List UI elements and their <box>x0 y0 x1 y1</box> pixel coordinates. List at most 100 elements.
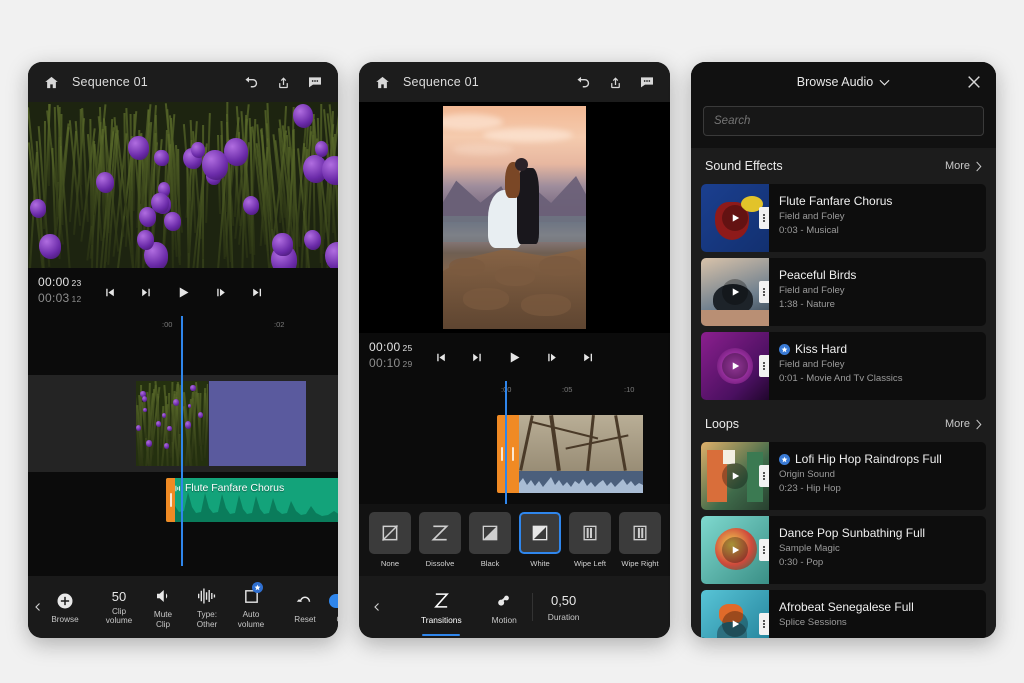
search-input[interactable] <box>703 106 984 136</box>
audio-thumbnail[interactable] <box>701 332 769 400</box>
trim-handle-left[interactable] <box>166 478 175 522</box>
transition-none[interactable]: None <box>369 512 411 568</box>
audio-list-item[interactable]: Afrobeat Senegalese FullSplice Sessions <box>701 590 986 638</box>
chevron-right-icon <box>975 161 982 172</box>
skip-to-start-icon[interactable] <box>99 282 119 302</box>
home-icon[interactable] <box>371 71 393 93</box>
undo-icon[interactable] <box>572 71 594 93</box>
comment-icon[interactable] <box>304 71 326 93</box>
trim-handle-right[interactable] <box>508 415 519 493</box>
skip-to-end-icon[interactable] <box>579 347 599 367</box>
step-forward-icon[interactable] <box>210 282 230 302</box>
audio-thumbnail[interactable] <box>701 516 769 584</box>
audio-thumbnail[interactable] <box>701 184 769 252</box>
audio-list-item[interactable]: Peaceful BirdsField and Foley1:38 - Natu… <box>701 258 986 326</box>
audio-clip-flute[interactable]: Flute Fanfare Chorus <box>166 478 338 522</box>
audio-list-item[interactable]: Lofi Hip Hop Raindrops FullOrigin Sound0… <box>701 442 986 510</box>
wipe-right-icon[interactable] <box>619 512 661 554</box>
add-to-timeline-button[interactable] <box>759 613 769 635</box>
audio-item-duration-genre: 0:23 - Hip Hop <box>779 483 978 494</box>
add-to-timeline-button[interactable] <box>759 355 769 377</box>
transition-wipe-right[interactable]: Wipe Right <box>619 512 661 568</box>
audio-list-item[interactable]: Dance Pop Sunbathing FullSample Magic0:3… <box>701 516 986 584</box>
section-more-button[interactable]: More <box>945 418 982 430</box>
playhead-right[interactable] <box>505 381 507 504</box>
play-icon[interactable] <box>173 282 193 302</box>
dissolve-icon[interactable] <box>419 512 461 554</box>
toggle-on-icon[interactable] <box>329 594 338 608</box>
add-to-timeline-button[interactable] <box>759 539 769 561</box>
transition-dissolve[interactable]: Dissolve <box>419 512 461 568</box>
type-other-button[interactable]: Type:Other <box>185 585 229 628</box>
black-icon[interactable] <box>469 512 511 554</box>
share-icon[interactable] <box>604 71 626 93</box>
add-to-timeline-button[interactable] <box>759 281 769 303</box>
on-toggle[interactable]: On <box>329 590 338 624</box>
skip-to-start-icon[interactable] <box>431 347 451 367</box>
editor-panel-left: Sequence 01 00:0023 00:0312 <box>28 62 338 638</box>
timeline-ruler-left[interactable]: :00 :02 <box>28 316 338 336</box>
duration-field[interactable]: 0,50 Duration <box>538 593 590 622</box>
section-more-button[interactable]: More <box>945 160 982 172</box>
comment-icon[interactable] <box>636 71 658 93</box>
audio-item-duration-genre: 0:03 - Musical <box>779 225 978 236</box>
audio-list-item[interactable]: Kiss HardField and Foley0:01 - Movie And… <box>701 332 986 400</box>
transition-white[interactable]: White <box>519 512 561 568</box>
auto-volume-button[interactable]: Autovolume <box>229 585 273 628</box>
step-forward-icon[interactable] <box>542 347 562 367</box>
timecode-left: 00:0023 00:0312 <box>38 275 82 307</box>
add-to-timeline-button[interactable] <box>759 207 769 229</box>
mute-clip-button[interactable]: MuteClip <box>141 585 185 628</box>
step-back-icon[interactable] <box>136 282 156 302</box>
step-back-icon[interactable] <box>468 347 488 367</box>
undo-icon[interactable] <box>240 71 262 93</box>
motion-tab[interactable]: Motion <box>482 589 527 625</box>
reset-button[interactable]: Reset <box>283 590 327 624</box>
transition-wipe-left[interactable]: Wipe Left <box>569 512 611 568</box>
video-clip-right[interactable] <box>497 415 643 493</box>
browse-button[interactable]: Browse <box>43 590 87 624</box>
share-icon[interactable] <box>272 71 294 93</box>
play-icon[interactable] <box>505 347 525 367</box>
back-button-left[interactable] <box>32 599 43 615</box>
speaker-icon <box>154 585 172 607</box>
audio-item-name: Flute Fanfare Chorus <box>779 194 892 208</box>
audio-thumbnail[interactable] <box>701 258 769 326</box>
back-button-right[interactable] <box>361 599 391 615</box>
play-icon[interactable] <box>722 537 748 563</box>
video-track-left[interactable] <box>28 375 338 472</box>
preview-frame-wedding <box>443 106 586 329</box>
motion-tab-label: Motion <box>492 615 517 625</box>
audio-clip-title: Flute Fanfare Chorus <box>185 482 284 494</box>
play-icon[interactable] <box>722 463 748 489</box>
transitions-tab[interactable]: Transitions <box>411 589 472 625</box>
clip-thumbnail[interactable] <box>519 415 643 493</box>
chevron-down-icon[interactable] <box>879 75 890 89</box>
add-to-timeline-button[interactable] <box>759 465 769 487</box>
video-clip-thumb[interactable] <box>136 381 208 466</box>
browse-audio-title-wrap[interactable]: Browse Audio <box>797 75 890 89</box>
play-icon[interactable] <box>722 205 748 231</box>
skip-to-end-icon[interactable] <box>247 282 267 302</box>
video-clip-solid[interactable] <box>209 381 306 466</box>
close-icon[interactable] <box>966 74 982 90</box>
none-icon[interactable] <box>369 512 411 554</box>
audio-list-item[interactable]: Flute Fanfare ChorusField and Foley0:03 … <box>701 184 986 252</box>
playhead-left[interactable] <box>181 316 183 566</box>
play-icon[interactable] <box>722 353 748 379</box>
more-label: More <box>945 160 970 172</box>
transition-black[interactable]: Black <box>469 512 511 568</box>
play-icon[interactable] <box>722 611 748 637</box>
white-icon[interactable] <box>519 512 561 554</box>
video-preview-left[interactable] <box>28 102 338 268</box>
audio-thumbnail[interactable] <box>701 590 769 638</box>
play-icon[interactable] <box>722 279 748 305</box>
timeline-right[interactable] <box>359 401 670 504</box>
timeline-ruler-right[interactable]: :00 :05 :10 <box>359 381 670 401</box>
audio-thumbnail[interactable] <box>701 442 769 510</box>
audio-browse-list[interactable]: Sound EffectsMoreFlute Fanfare ChorusFie… <box>691 148 996 638</box>
clip-volume-button[interactable]: 50 Clipvolume <box>97 589 141 625</box>
home-icon[interactable] <box>40 71 62 93</box>
wipe-left-icon[interactable] <box>569 512 611 554</box>
video-preview-right[interactable] <box>359 102 670 333</box>
